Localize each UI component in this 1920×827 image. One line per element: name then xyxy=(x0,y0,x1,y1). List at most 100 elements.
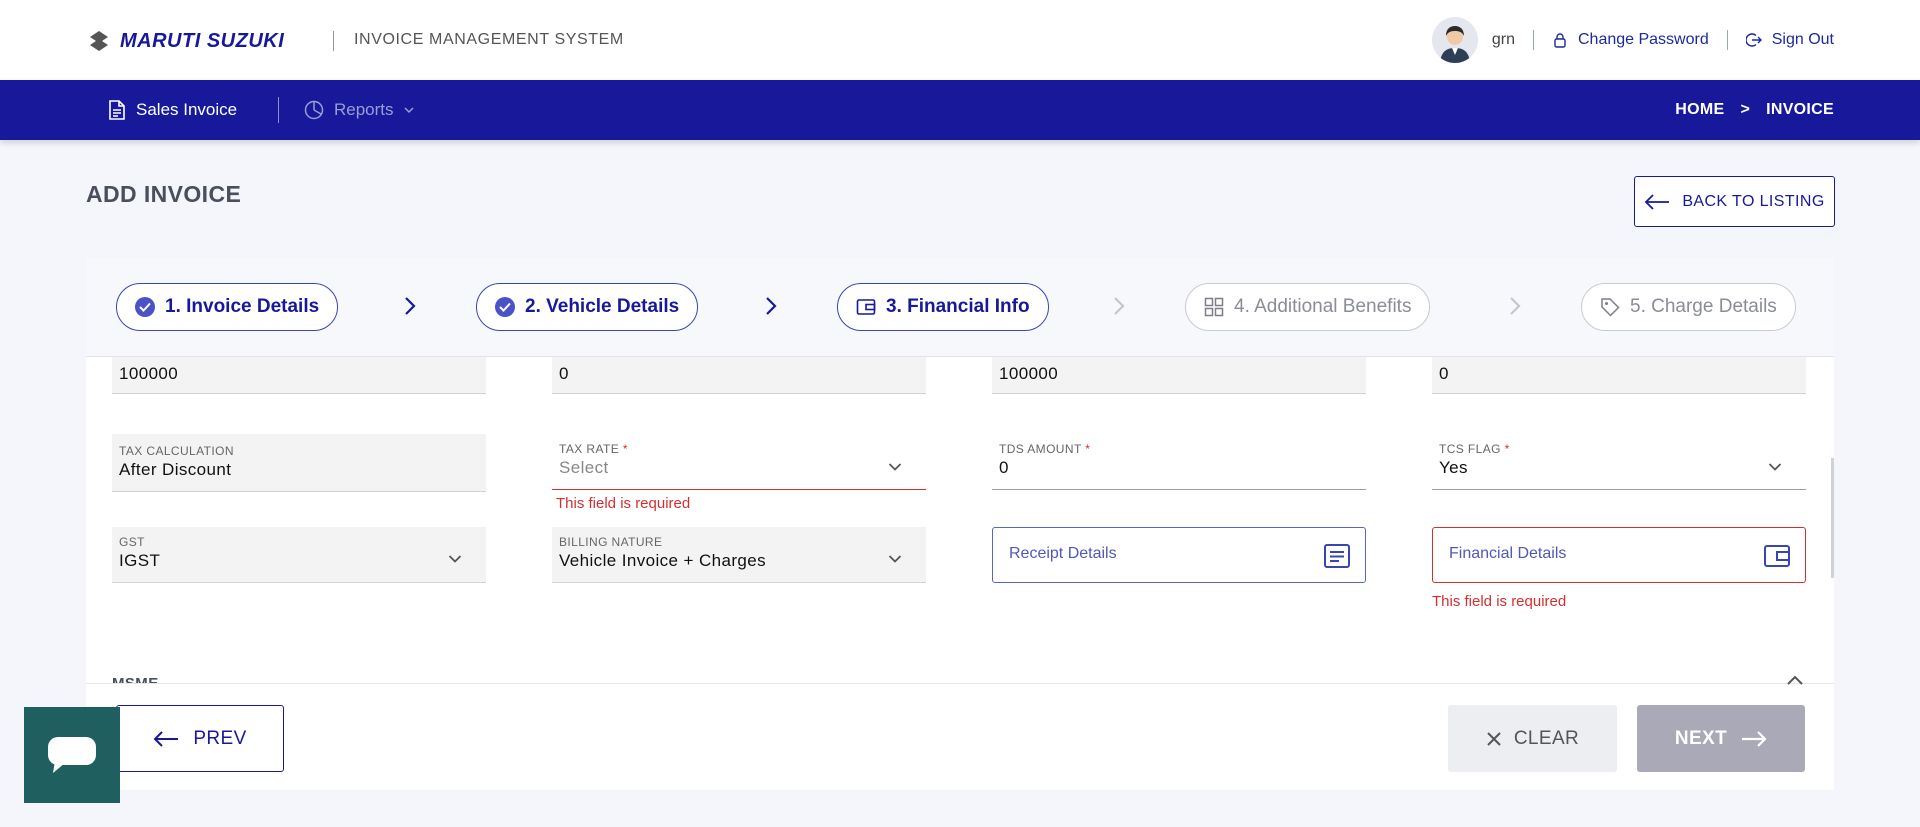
round-off-field[interactable]: 100000 xyxy=(992,357,1366,394)
nav-sales-invoice[interactable]: Sales Invoice xyxy=(108,80,237,140)
tax-rate-error: This field is required xyxy=(556,495,691,512)
chevron-down-icon xyxy=(1768,463,1782,471)
sign-out-icon xyxy=(1745,33,1762,47)
tds-amount-label: TDS AMOUNT * xyxy=(999,442,1091,456)
tax-rate-label: TAX RATE * xyxy=(559,442,628,456)
grid-icon xyxy=(1204,297,1224,317)
tax-rate-select[interactable]: TAX RATE * Select xyxy=(552,434,926,490)
nav-divider xyxy=(278,97,279,123)
divider xyxy=(1726,30,1728,50)
msme-label: MSME xyxy=(112,675,159,683)
billing-nature-select[interactable]: BILLING NATURE Vehicle Invoice + Charges xyxy=(552,527,926,583)
gst-label: GST xyxy=(119,535,145,549)
tcs-flag-label: TCS FLAG * xyxy=(1439,442,1510,456)
financial-details-button[interactable]: Financial Details xyxy=(1432,527,1806,583)
close-icon xyxy=(1487,731,1501,746)
sign-out-link[interactable]: Sign Out xyxy=(1745,31,1834,49)
breadcrumb-separator: > xyxy=(1740,101,1751,118)
nav-sales-invoice-label: Sales Invoice xyxy=(136,100,238,119)
next-button[interactable]: NEXT xyxy=(1637,705,1805,772)
billing-nature-value: Vehicle Invoice + Charges xyxy=(559,551,767,570)
receipt-details-button[interactable]: Receipt Details xyxy=(992,527,1366,583)
change-password-label: Change Password xyxy=(1577,31,1709,48)
step-label: 2. Vehicle Details xyxy=(525,296,680,317)
page-title: ADD INVOICE xyxy=(86,181,242,207)
clear-label: CLEAR xyxy=(1513,727,1580,749)
stepper: 1. Invoice Details 2. Vehicle Details 3.… xyxy=(86,258,1834,357)
chat-widget-button[interactable] xyxy=(24,707,120,803)
step-label: 1. Invoice Details xyxy=(165,296,320,317)
tds-amount-input[interactable]: TDS AMOUNT * 0 xyxy=(992,434,1366,490)
arrow-left-icon xyxy=(153,730,179,747)
step-label: 3. Financial Info xyxy=(886,296,1030,317)
financial-details-error: This field is required xyxy=(1432,593,1567,610)
wallet-icon xyxy=(856,299,876,315)
step-financial-info[interactable]: 3. Financial Info xyxy=(837,283,1049,331)
avatar-icon xyxy=(1431,17,1478,63)
nav-reports[interactable]: Reports xyxy=(304,80,414,140)
maruti-suzuki-logo[interactable]: MARUTI SUZUKI xyxy=(86,28,284,54)
form-footer: PREV CLEAR NEXT xyxy=(86,675,1834,790)
next-label: NEXT xyxy=(1674,727,1728,749)
divider xyxy=(1532,30,1534,50)
clear-button[interactable]: CLEAR xyxy=(1448,705,1617,772)
chevron-down-icon xyxy=(888,555,902,563)
step-invoice-details[interactable]: 1. Invoice Details xyxy=(116,283,339,331)
chevron-down-icon xyxy=(404,107,414,114)
chevron-up-icon[interactable] xyxy=(1786,674,1804,686)
chevron-down-icon xyxy=(888,463,902,471)
suzuki-s-icon xyxy=(90,31,108,51)
document-icon xyxy=(109,100,125,120)
tax-calculation-value: After Discount xyxy=(119,460,232,479)
billing-nature-label: BILLING NATURE xyxy=(559,535,663,549)
app-title: INVOICE MANAGEMENT SYSTEM xyxy=(354,31,624,48)
invoice-form-card: 1. Invoice Details 2. Vehicle Details 3.… xyxy=(86,258,1834,790)
sign-out-label: Sign Out xyxy=(1771,31,1834,48)
charge-amount-value: 0 xyxy=(559,364,569,383)
prev-label: PREV xyxy=(193,727,247,749)
chevron-down-icon xyxy=(448,555,462,563)
step-label: 5. Charge Details xyxy=(1630,296,1777,317)
tax-calculation-field[interactable]: TAX CALCULATION After Discount xyxy=(112,434,486,492)
check-circle-icon xyxy=(135,297,155,317)
header-divider xyxy=(333,31,334,51)
arrow-right-icon xyxy=(1742,730,1767,747)
nav-reports-label: Reports xyxy=(334,100,394,119)
gst-select[interactable]: GST IGST xyxy=(112,527,486,583)
tds-amount-value: 0 xyxy=(999,458,1009,477)
gst-value: IGST xyxy=(119,551,161,570)
round-off-value: 100000 xyxy=(999,364,1059,383)
outstanding-amount-field[interactable]: 0 xyxy=(1432,357,1806,394)
brand-name: MARUTI SUZUKI xyxy=(120,29,285,52)
check-circle-icon xyxy=(495,297,515,317)
tcs-flag-select[interactable]: TCS FLAG * Yes xyxy=(1432,434,1806,490)
invoice-amount-field[interactable]: 100000 xyxy=(112,357,486,394)
change-password-link[interactable]: Change Password xyxy=(1552,31,1709,49)
chat-bubble-icon xyxy=(48,737,96,773)
step-label: 4. Additional Benefits xyxy=(1234,296,1412,317)
user-area: grn Change Password Sign Out xyxy=(1431,17,1834,63)
prev-button[interactable]: PREV xyxy=(116,705,284,772)
msme-section-header[interactable]: MSME xyxy=(86,675,1834,683)
main-nav: Sales Invoice Reports HOME > INVOICE xyxy=(0,80,1920,140)
scrollbar[interactable] xyxy=(1831,458,1834,578)
back-to-listing-button[interactable]: BACK TO LISTING xyxy=(1634,176,1835,227)
username: grn xyxy=(1491,31,1515,48)
breadcrumb-home[interactable]: HOME xyxy=(1675,101,1724,119)
step-charge-details[interactable]: 5. Charge Details xyxy=(1581,283,1796,331)
outstanding-amount-value: 0 xyxy=(1439,364,1449,383)
chevron-right-icon xyxy=(766,297,777,315)
receipt-details-label: Receipt Details xyxy=(1009,545,1117,562)
charge-amount-field[interactable]: 0 xyxy=(552,357,926,394)
step-additional-benefits[interactable]: 4. Additional Benefits xyxy=(1185,283,1431,331)
top-header: MARUTI SUZUKI INVOICE MANAGEMENT SYSTEM … xyxy=(0,0,1920,80)
breadcrumb-current: INVOICE xyxy=(1766,101,1834,118)
tax-calculation-label: TAX CALCULATION xyxy=(119,444,234,458)
user-avatar[interactable] xyxy=(1431,17,1478,63)
list-document-icon xyxy=(1324,544,1350,568)
chevron-right-icon xyxy=(405,297,416,315)
step-vehicle-details[interactable]: 2. Vehicle Details xyxy=(476,283,699,331)
back-to-listing-label: BACK TO LISTING xyxy=(1682,192,1825,210)
invoice-amount-value: 100000 xyxy=(119,364,179,383)
chevron-right-icon xyxy=(1114,297,1125,315)
